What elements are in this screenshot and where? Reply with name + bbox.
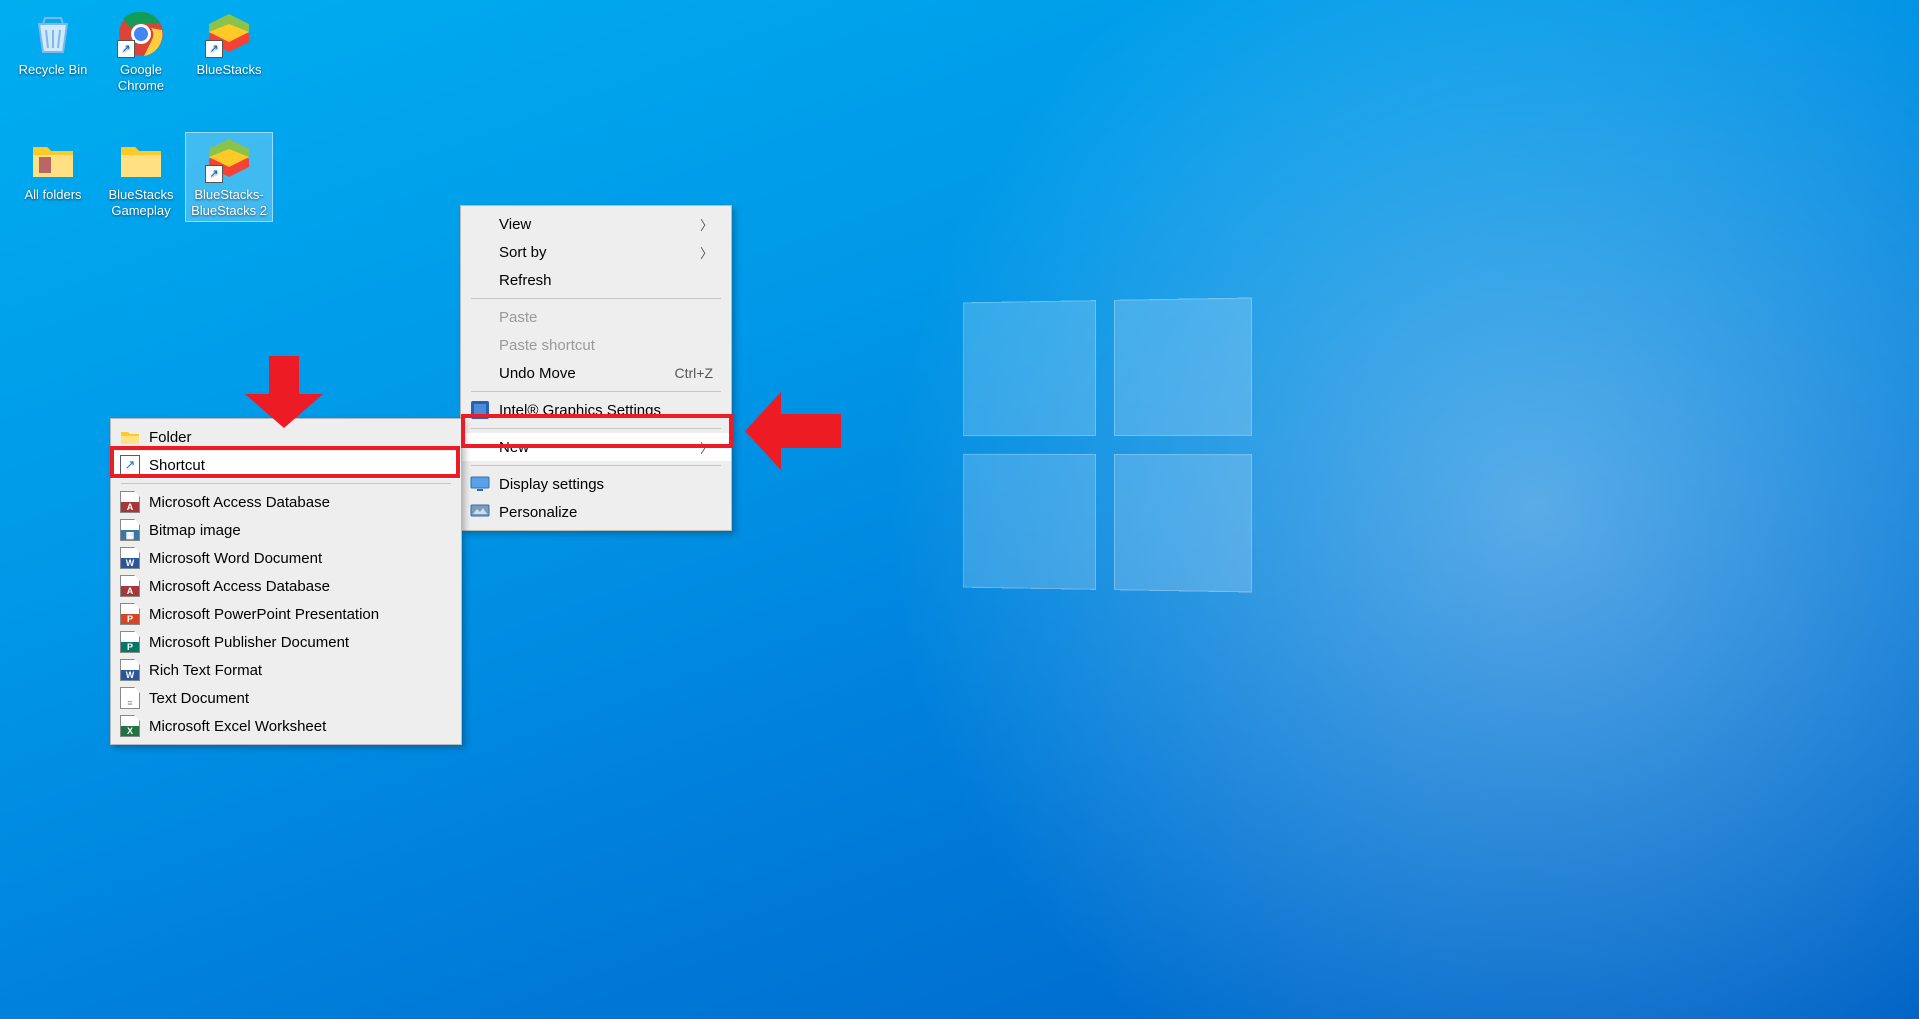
submenu-item-access[interactable]: AMicrosoft Access Database [111,488,461,516]
desktop-icon-bluestacks[interactable]: ↗ BlueStacks [188,10,270,78]
menu-item-refresh[interactable]: Refresh [461,266,731,294]
desktop[interactable]: Recycle Bin ↗ Google Chrome ↗ BlueStacks… [0,0,1919,1019]
powerpoint-file-icon: P [119,603,141,625]
submenu-item-publisher[interactable]: PMicrosoft Publisher Document [111,628,461,656]
submenu-item-rtf[interactable]: WRich Text Format [111,656,461,684]
excel-file-icon: X [119,715,141,737]
desktop-icon-label: Google Chrome [118,62,164,93]
publisher-file-icon: P [119,631,141,653]
submenu-item-access2[interactable]: AMicrosoft Access Database [111,572,461,600]
menu-item-paste-shortcut: Paste shortcut [461,331,731,359]
menu-item-paste: Paste [461,303,731,331]
bitmap-file-icon: ▦ [119,519,141,541]
rtf-file-icon: W [119,659,141,681]
menu-item-sort-by[interactable]: Sort by〉 [461,238,731,266]
shortcut-icon: ↗ [119,454,141,476]
desktop-icon-bluestacks2-selected[interactable]: ↗ BlueStacks-BlueStacks 2 [186,133,272,221]
menu-separator [471,391,721,392]
submenu-item-powerpoint[interactable]: PMicrosoft PowerPoint Presentation [111,600,461,628]
menu-separator [471,465,721,466]
chevron-right-icon: 〉 [700,215,713,234]
shortcut-overlay-icon: ↗ [205,40,223,58]
menu-item-view[interactable]: View〉 [461,210,731,238]
shortcut-overlay-icon: ↗ [117,40,135,58]
recycle-bin-icon [29,10,77,58]
bluestacks-icon: ↗ [205,135,253,183]
desktop-icon-label: BlueStacks Gameplay [108,187,173,218]
menu-separator [121,483,451,484]
menu-separator [471,298,721,299]
desktop-icon-label: Recycle Bin [19,62,88,77]
chevron-right-icon: 〉 [700,243,713,262]
submenu-item-shortcut[interactable]: ↗Shortcut [111,451,461,479]
text-file-icon: ≡ [119,687,141,709]
menu-shortcut-text: Ctrl+Z [675,365,714,381]
menu-item-new[interactable]: New〉 [461,433,731,461]
shortcut-overlay-icon: ↗ [205,165,223,183]
access-file-icon: A [119,575,141,597]
new-submenu: Folder ↗Shortcut AMicrosoft Access Datab… [110,418,462,745]
menu-item-display-settings[interactable]: Display settings [461,470,731,498]
desktop-icon-label: BlueStacks [196,62,261,77]
folder-icon [117,135,165,183]
menu-separator [471,428,721,429]
chevron-right-icon: 〉 [700,438,713,457]
personalize-icon [469,501,491,523]
desktop-icon-label: BlueStacks-BlueStacks 2 [191,187,267,218]
desktop-icon-label: All folders [24,187,81,202]
windows-logo [963,298,1252,593]
chrome-icon: ↗ [117,10,165,58]
folder-icon [29,135,77,183]
word-file-icon: W [119,547,141,569]
folder-icon [119,426,141,448]
menu-item-personalize[interactable]: Personalize [461,498,731,526]
intel-icon [469,399,491,421]
desktop-context-menu: View〉 Sort by〉 Refresh Paste Paste short… [460,205,732,531]
submenu-item-excel[interactable]: XMicrosoft Excel Worksheet [111,712,461,740]
desktop-icon-bluestacks-gameplay[interactable]: BlueStacks Gameplay [100,135,182,219]
submenu-item-bitmap[interactable]: ▦Bitmap image [111,516,461,544]
bluestacks-icon: ↗ [205,10,253,58]
menu-item-intel-graphics[interactable]: Intel® Graphics Settings [461,396,731,424]
desktop-icon-recycle-bin[interactable]: Recycle Bin [12,10,94,78]
monitor-icon [469,473,491,495]
access-file-icon: A [119,491,141,513]
submenu-item-word[interactable]: WMicrosoft Word Document [111,544,461,572]
submenu-item-text[interactable]: ≡Text Document [111,684,461,712]
menu-item-undo-move[interactable]: Undo MoveCtrl+Z [461,359,731,387]
desktop-icon-all-folders[interactable]: All folders [12,135,94,203]
desktop-icon-chrome[interactable]: ↗ Google Chrome [100,10,182,94]
